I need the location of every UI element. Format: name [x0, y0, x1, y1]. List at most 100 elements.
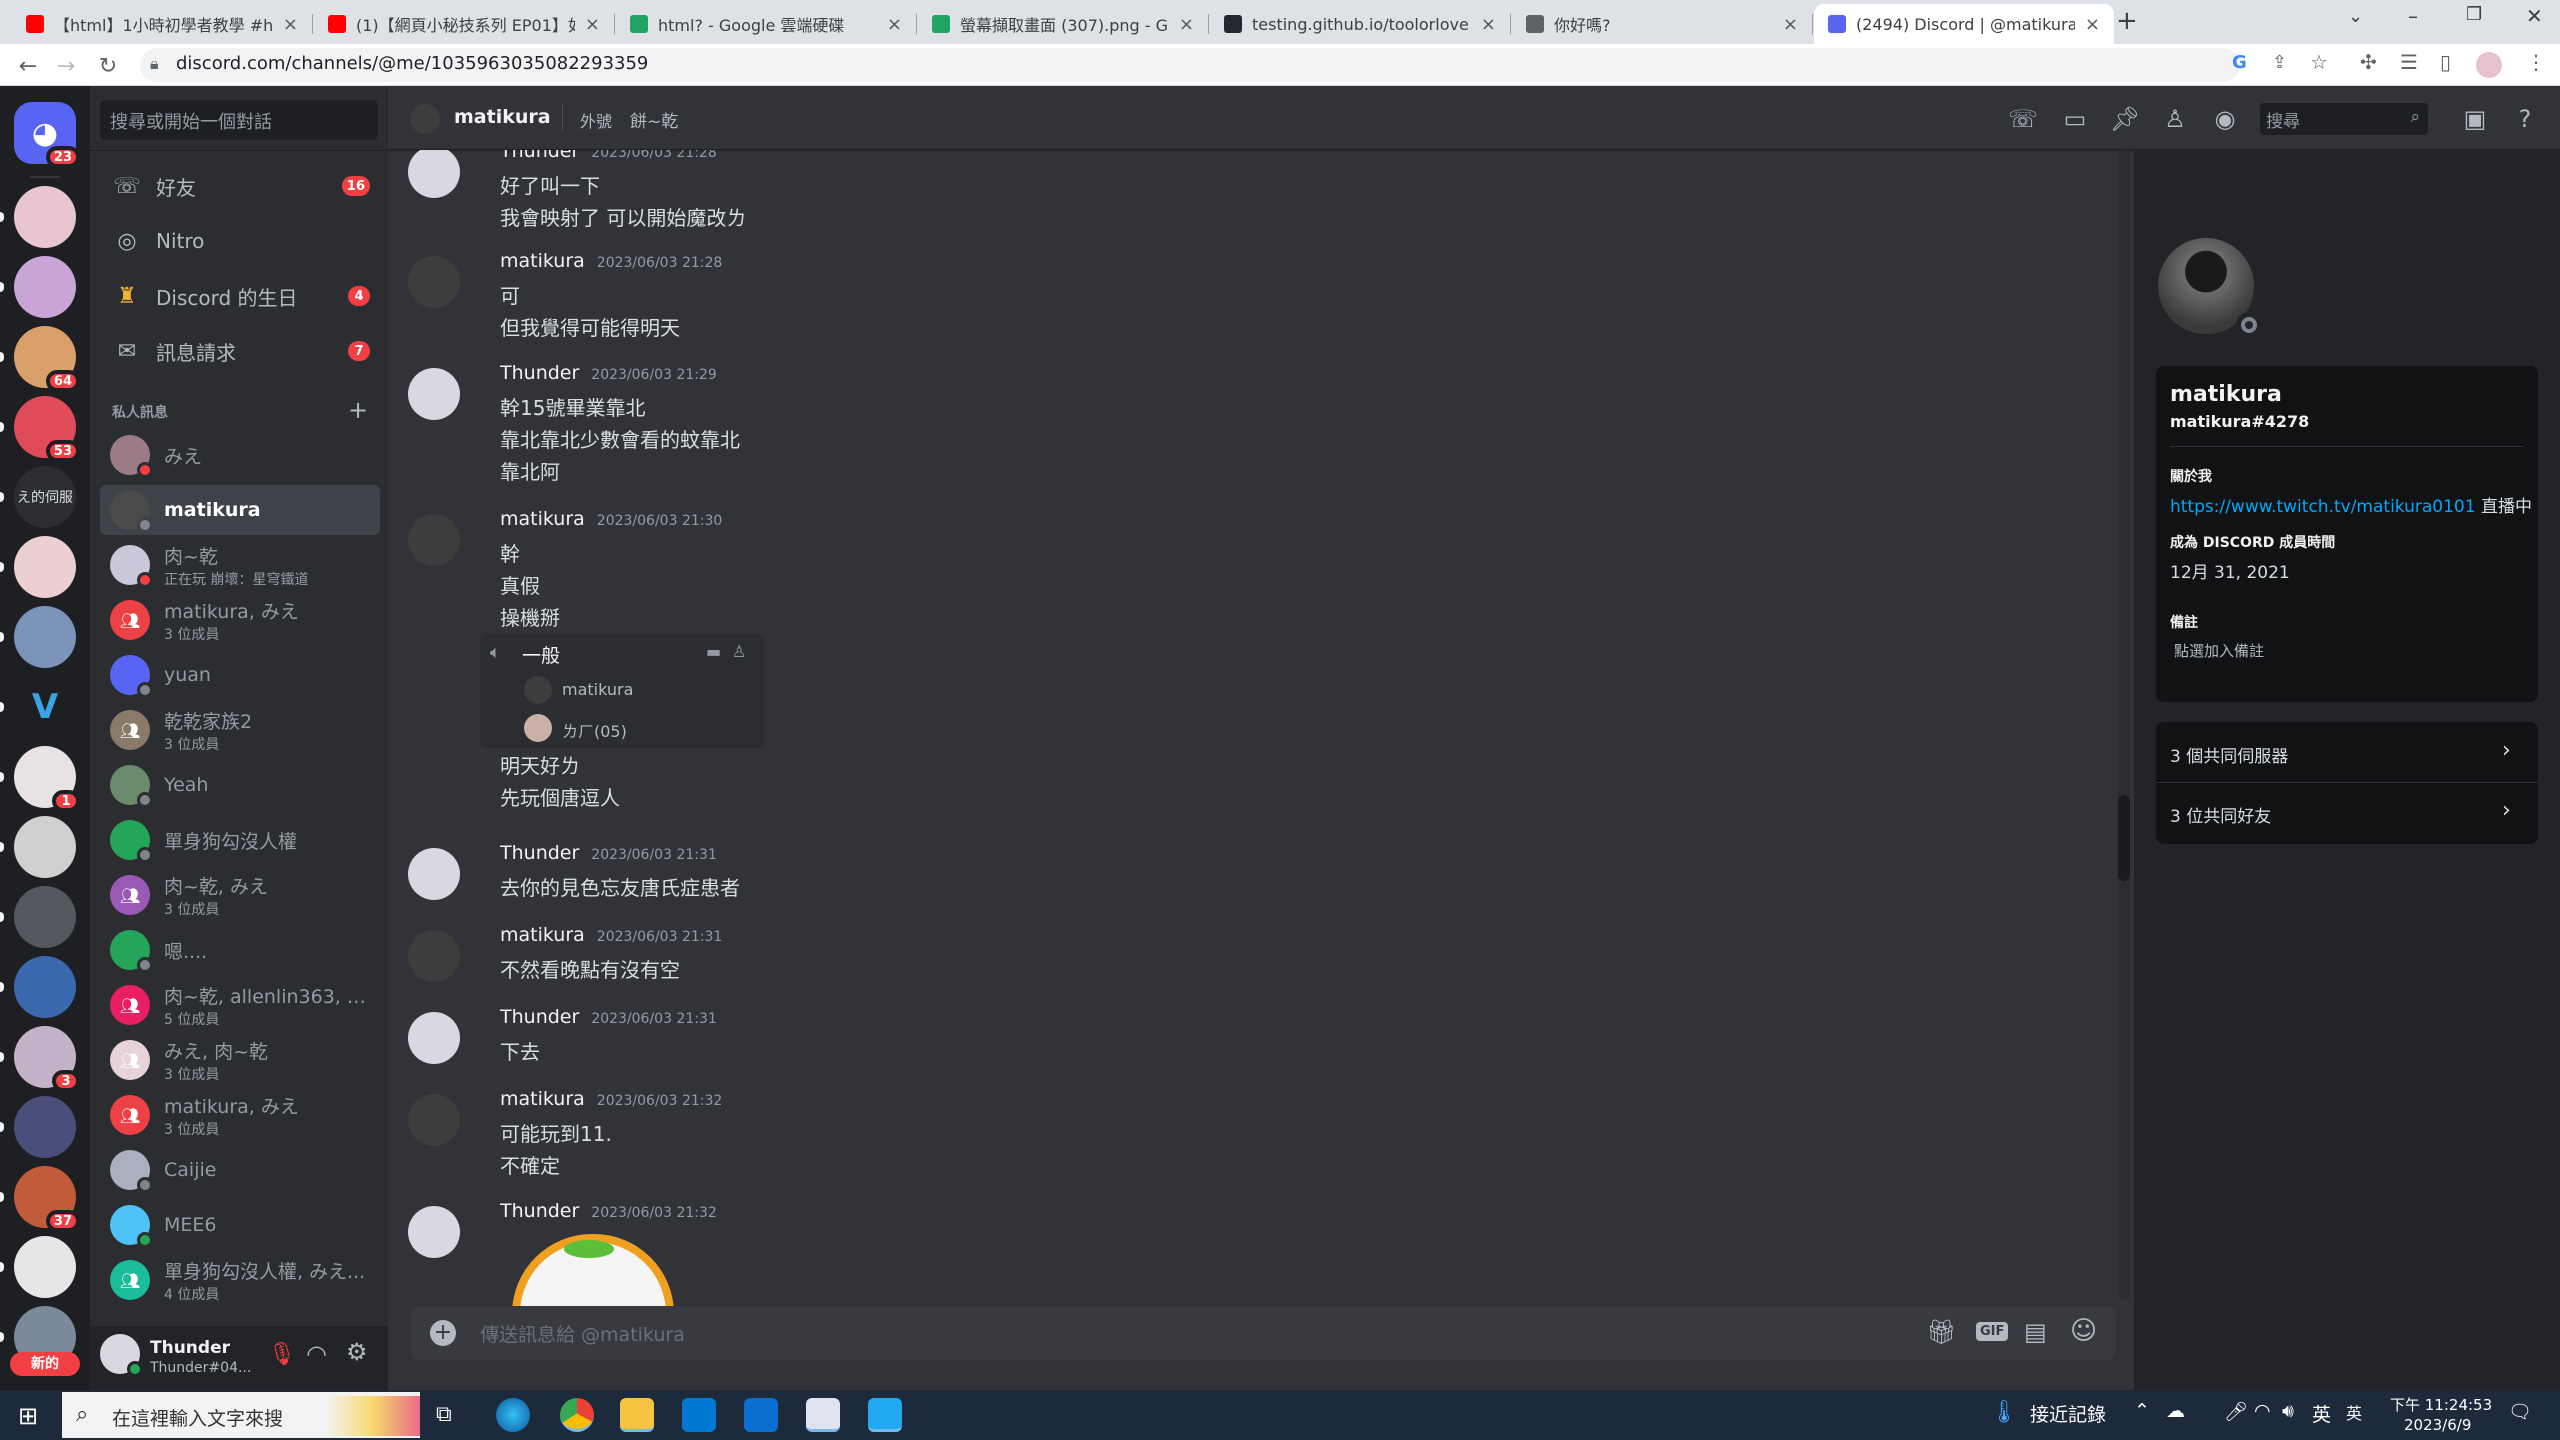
dm-item[interactable]: matikura	[100, 485, 380, 535]
server-icon[interactable]: 3	[0, 1026, 80, 1092]
back-icon[interactable]: ←	[14, 52, 42, 80]
server-icon[interactable]: 1	[0, 746, 80, 812]
weather-text[interactable]: 接近記錄	[2030, 1400, 2106, 1427]
menu-icon[interactable]: ⋮	[2526, 50, 2546, 74]
message-avatar[interactable]	[408, 1094, 460, 1146]
vscode-icon[interactable]	[868, 1398, 902, 1432]
chrome-icon[interactable]	[560, 1398, 594, 1432]
browser-tab[interactable]: 【html】1小時初學者教學 #htm ×	[12, 4, 312, 44]
add-friends-to-dm-icon[interactable]: ♙	[2160, 104, 2190, 134]
new-tab-button[interactable]: +	[2116, 6, 2138, 36]
wifi-icon[interactable]: ◠	[2254, 1400, 2271, 1422]
browser-tab[interactable]: testing.github.io/toolorlove at ×	[1210, 4, 1510, 44]
side-panel-icon[interactable]: ▯	[2440, 50, 2451, 74]
volume-icon[interactable]: 🔊︎	[2282, 1400, 2294, 1422]
message-avatar[interactable]	[408, 256, 460, 308]
server-icon[interactable]	[0, 256, 76, 318]
dm-item[interactable]: みえ	[100, 430, 380, 480]
microphone-icon[interactable]: 🎤︎	[2224, 1400, 2248, 1423]
extensions-icon[interactable]: ✣	[2360, 50, 2377, 74]
tab-close-icon[interactable]: ×	[283, 14, 298, 35]
server-icon[interactable]	[0, 1096, 76, 1158]
dm-item[interactable]: 👥︎ matikura, みえ 3 位成員	[100, 595, 380, 645]
server-icon[interactable]	[0, 956, 76, 1018]
gift-icon[interactable]: 🎁︎	[1926, 1318, 1956, 1346]
message-avatar[interactable]	[408, 368, 460, 420]
dm-item[interactable]: 嗯....	[100, 925, 380, 975]
message-avatar[interactable]	[408, 930, 460, 982]
server-icon[interactable]: 37	[0, 1166, 80, 1232]
dm-item[interactable]: 👥︎ 肉~乾, allenlin363, TH... 5 位成員	[100, 980, 380, 1030]
dm-item[interactable]: 肉~乾 正在玩 崩壞：星穹鐵道	[100, 540, 380, 590]
server-icon[interactable]: 64	[0, 326, 80, 392]
windows-start-icon[interactable]: ⊞	[18, 1402, 38, 1430]
note-input[interactable]: 點選加入備註	[2174, 640, 2264, 661]
message-author[interactable]: matikura	[500, 924, 585, 946]
chat-bubble-icon[interactable]: ▬	[706, 642, 721, 661]
tab-search-icon[interactable]: ⌄	[2348, 6, 2363, 27]
edge-icon[interactable]	[496, 1398, 530, 1432]
minimize-button[interactable]: –	[2408, 4, 2418, 28]
notification-icon[interactable]: 🗨︎	[2508, 1400, 2532, 1423]
server-icon[interactable]: 53	[0, 396, 80, 462]
lock-icon[interactable]: 🔒︎	[150, 54, 159, 74]
invite-icon[interactable]: ♙	[732, 642, 746, 661]
message-input[interactable]: 傳送訊息給 @matikura	[480, 1320, 685, 1347]
sidebar-nav-mail[interactable]: ✉ 訊息請求 7	[100, 327, 380, 375]
dm-item[interactable]: yuan	[100, 650, 380, 700]
server-icon[interactable]	[0, 886, 76, 948]
message-author[interactable]: matikura	[500, 250, 585, 272]
weather-icon[interactable]: 🌡︎	[1990, 1400, 2018, 1425]
message-author[interactable]: matikura	[500, 508, 585, 530]
mute-mic-icon[interactable]: 🎙︎	[268, 1342, 296, 1367]
user-avatar[interactable]	[100, 1334, 143, 1377]
emoji-icon[interactable]: ☺	[2070, 1316, 2097, 1346]
server-icon[interactable]	[0, 186, 76, 248]
message-avatar[interactable]	[408, 514, 460, 566]
new-servers-badge[interactable]: 新的	[10, 1352, 80, 1376]
voice-member-name[interactable]: ㄌㄏ(05)	[562, 718, 627, 742]
inbox-icon[interactable]: ▣	[2460, 104, 2490, 134]
twitch-link[interactable]: https://www.twitch.tv/matikura0101	[2170, 497, 2476, 517]
clock-time[interactable]: 下午 11:24:53	[2390, 1394, 2492, 1415]
message-author[interactable]: Thunder	[500, 362, 579, 384]
sidebar-nav-cake[interactable]: ♜ Discord 的生日 4	[100, 272, 380, 320]
dm-search-input[interactable]: 搜尋或開始一個對話	[100, 100, 378, 140]
ime-language[interactable]: 英	[2312, 1400, 2331, 1427]
dm-item[interactable]: 👥︎ みえ, 肉~乾 3 位成員	[100, 1035, 380, 1085]
headphones-icon[interactable]: ◠	[306, 1340, 327, 1368]
create-dm-plus-icon[interactable]: +	[348, 396, 368, 424]
tab-close-icon[interactable]: ×	[1179, 14, 1194, 35]
sidebar-nav-nitro[interactable]: ◎ Nitro	[100, 217, 380, 265]
user-name[interactable]: Thunder	[150, 1338, 230, 1358]
video-call-icon[interactable]: ▭	[2060, 104, 2090, 134]
dm-item[interactable]: 單身狗勾沒人權	[100, 815, 380, 865]
sidebar-nav-friends[interactable]: ☏ 好友 16	[100, 162, 380, 210]
pinned-messages-icon[interactable]: 📌︎	[2110, 104, 2140, 134]
server-icon[interactable]	[0, 606, 76, 668]
chat-scrollbar-thumb[interactable]	[2118, 795, 2130, 881]
tab-close-icon[interactable]: ×	[1481, 14, 1496, 35]
google-icon[interactable]: G	[2232, 52, 2247, 73]
microsoft-store-icon[interactable]	[682, 1398, 716, 1432]
gif-icon[interactable]: GIF	[1976, 1322, 2009, 1341]
header-avatar[interactable]	[410, 104, 440, 134]
server-icon[interactable]	[0, 1236, 76, 1298]
reload-icon[interactable]: ↻	[94, 52, 122, 80]
chat-search-input[interactable]: 搜尋 ⌕	[2260, 103, 2428, 135]
user-settings-gear-icon[interactable]: ⚙	[346, 1338, 368, 1366]
url-text[interactable]: discord.com/channels/@me/103596303508229…	[176, 53, 648, 74]
header-username[interactable]: matikura	[454, 106, 551, 128]
share-icon[interactable]: ⇪	[2272, 52, 2287, 73]
dm-item[interactable]: 👥︎ matikura, みえ 3 位成員	[100, 1090, 380, 1140]
mutual-friends-label[interactable]: 3 位共同好友	[2170, 802, 2271, 827]
ime-mode[interactable]: 英	[2346, 1400, 2362, 1424]
profile-avatar[interactable]	[2476, 52, 2502, 78]
browser-tab[interactable]: html? - Google 雲端硬碟 ×	[616, 4, 916, 44]
server-icon[interactable]: え的伺服	[0, 466, 76, 528]
close-window-button[interactable]: ✕	[2526, 4, 2543, 28]
chat-scrollbar-track[interactable]	[2118, 150, 2130, 1300]
tab-close-icon[interactable]: ×	[585, 14, 600, 35]
voice-channel-name[interactable]: 一般	[522, 641, 560, 668]
voice-member-name[interactable]: matikura	[562, 680, 633, 699]
